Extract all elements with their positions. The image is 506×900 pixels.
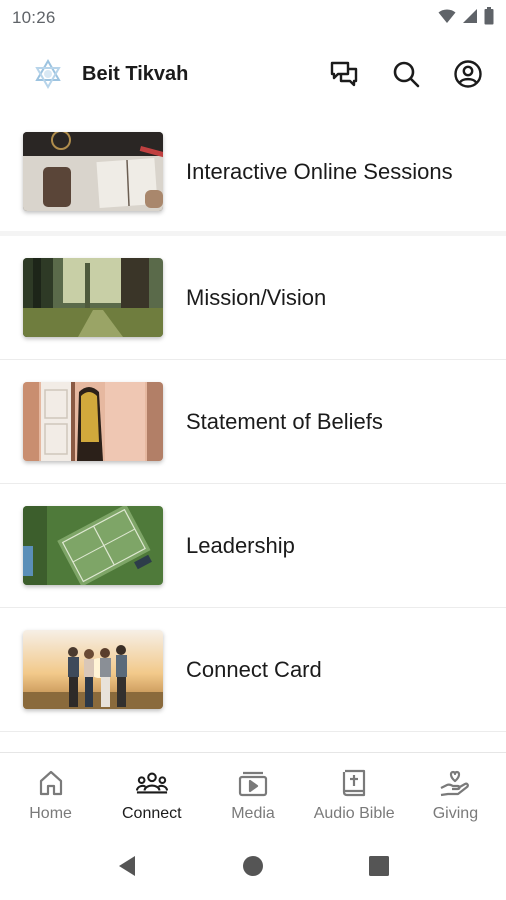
bottom-nav: Home Connect Media Audio Bible Giving: [0, 752, 506, 832]
list-item-leadership[interactable]: Leadership: [0, 484, 506, 608]
thumbnail-doorway-figure: [23, 382, 163, 461]
signal-icon: [462, 8, 478, 29]
list-item-connect-card[interactable]: Connect Card: [0, 608, 506, 732]
thumbnail-friends-sunset: [23, 630, 163, 709]
tab-label: Connect: [122, 805, 182, 822]
list-item-statement-of-beliefs[interactable]: Statement of Beliefs: [0, 360, 506, 484]
thumbnail-forest-path: [23, 258, 163, 337]
system-nav: [0, 832, 506, 900]
list-item-label: Leadership: [186, 532, 295, 558]
back-icon[interactable]: [64, 854, 190, 878]
tab-giving[interactable]: Giving: [405, 753, 506, 832]
bible-icon: [338, 767, 370, 799]
list-item-label: Interactive Online Sessions: [186, 158, 453, 184]
people-icon: [135, 767, 168, 799]
star-of-david-logo: [30, 56, 66, 92]
list-item-mission-vision[interactable]: Mission/Vision: [0, 236, 506, 360]
home-icon: [35, 767, 67, 799]
tab-label: Audio Bible: [313, 805, 395, 822]
tab-home[interactable]: Home: [0, 753, 101, 832]
tab-label: Home: [29, 805, 72, 822]
search-icon[interactable]: [388, 56, 424, 92]
thumbnail-aerial-tennis-court: [23, 506, 163, 585]
list-item-label: Mission/Vision: [186, 284, 327, 310]
content-list: Interactive Online Sessions Mission/Visi…: [0, 112, 506, 732]
header-actions: [326, 56, 486, 92]
list-item-interactive-online-sessions[interactable]: Interactive Online Sessions: [0, 112, 506, 236]
tab-connect[interactable]: Connect: [101, 753, 202, 832]
recents-icon[interactable]: [316, 855, 442, 877]
thumbnail-open-bible-on-table: [23, 132, 163, 211]
tab-label: Media: [231, 805, 275, 822]
account-icon[interactable]: [450, 56, 486, 92]
app-header: Beit Tikvah: [0, 44, 506, 104]
giving-hand-icon: [439, 767, 471, 799]
tab-label: Giving: [432, 805, 479, 822]
app-title: Beit Tikvah: [82, 62, 189, 85]
wifi-icon: [438, 8, 456, 29]
tab-audio-bible[interactable]: Audio Bible: [304, 753, 405, 832]
battery-icon: [484, 6, 494, 30]
list-item-label: Statement of Beliefs: [186, 408, 383, 434]
media-icon: [237, 767, 269, 799]
chat-icon[interactable]: [326, 56, 362, 92]
home-circle-icon[interactable]: [190, 854, 316, 878]
tab-media[interactable]: Media: [202, 753, 303, 832]
list-item-label: Connect Card: [186, 656, 322, 682]
status-icons: [438, 6, 494, 30]
status-bar: 10:26: [0, 0, 506, 36]
status-time: 10:26: [12, 8, 56, 27]
